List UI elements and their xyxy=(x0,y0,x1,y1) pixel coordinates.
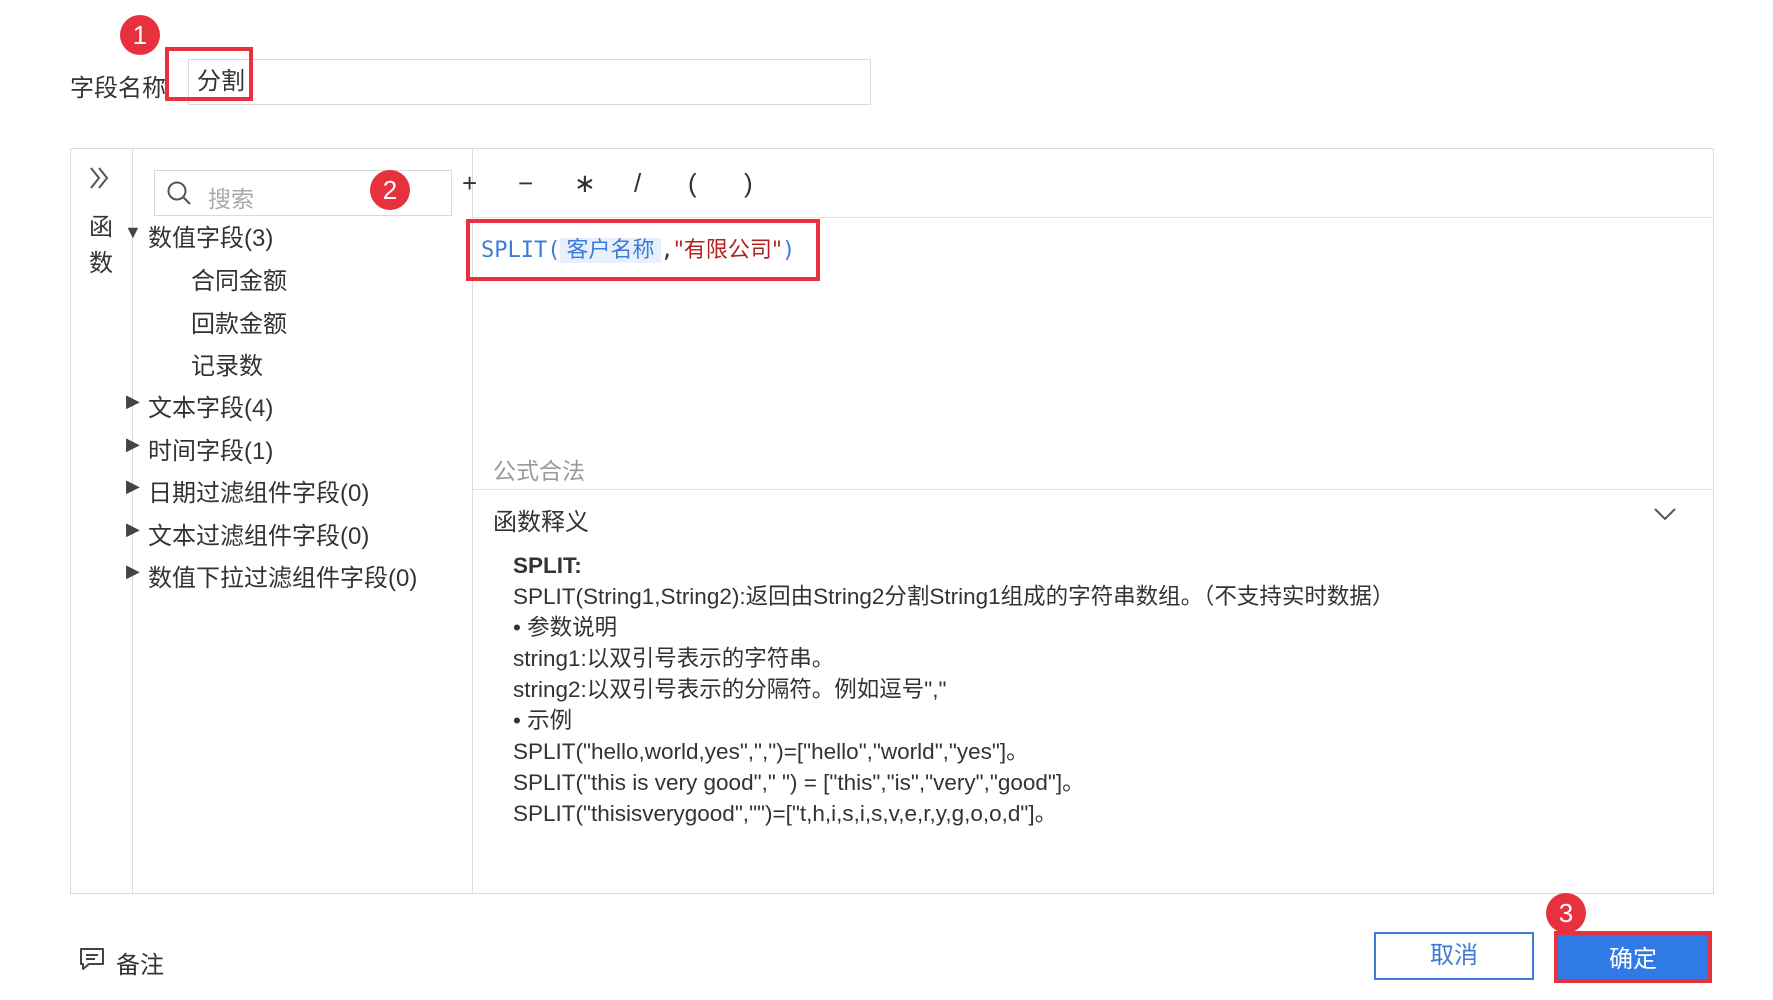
operator-close-paren-button[interactable]: ) xyxy=(744,168,753,199)
help-line: SPLIT("hello,world,yes",",")=["hello","w… xyxy=(513,739,1029,764)
help-function-name: SPLIT: xyxy=(513,553,582,578)
caret-right-icon[interactable]: ▶ xyxy=(126,519,140,540)
tree-group-text[interactable]: 文本字段(4) xyxy=(148,388,273,423)
chevron-down-icon[interactable] xyxy=(1652,505,1678,523)
tree-leaf-payment-amount[interactable]: 回款金额 xyxy=(191,304,287,339)
explanation-title[interactable]: 函数释义 xyxy=(493,502,589,537)
annotation-badge-2: 2 xyxy=(370,170,410,210)
field-name-input[interactable]: 分割 xyxy=(188,59,871,105)
highlight-box-1 xyxy=(165,47,253,101)
help-line: SPLIT(String1,String2):返回由String2分割Strin… xyxy=(513,584,1395,609)
operator-plus-button[interactable]: + xyxy=(462,168,477,199)
divider xyxy=(473,489,1714,490)
search-icon xyxy=(166,180,192,206)
caret-right-icon[interactable]: ▶ xyxy=(126,434,140,455)
function-tab[interactable]: 函 数 xyxy=(88,210,114,282)
tree-group-date-filter[interactable]: 日期过滤组件字段(0) xyxy=(148,473,369,508)
note-button[interactable]: 备注 xyxy=(116,945,164,980)
caret-right-icon[interactable]: ▶ xyxy=(126,561,140,582)
comment-icon[interactable] xyxy=(78,946,106,972)
operator-open-paren-button[interactable]: ( xyxy=(688,168,697,199)
caret-right-icon[interactable]: ▶ xyxy=(126,391,140,412)
help-line: • 示例 xyxy=(513,708,573,733)
formula-status: 公式合法 xyxy=(493,458,585,484)
help-line: SPLIT("thisisverygood","")=["t,h,i,s,i,s… xyxy=(513,801,1058,826)
operator-divide-button[interactable]: / xyxy=(634,168,641,199)
help-line: • 参数说明 xyxy=(513,615,618,640)
tree-group-text-filter[interactable]: 文本过滤组件字段(0) xyxy=(148,516,369,551)
help-line: string1:以双引号表示的字符串。 xyxy=(513,646,835,671)
caret-right-icon[interactable]: ▶ xyxy=(126,476,140,497)
field-name-label: 字段名称 xyxy=(70,75,166,102)
help-line: string2:以双引号表示的分隔符。例如逗号"," xyxy=(513,677,947,702)
function-tab-label-1: 函 xyxy=(89,214,113,241)
operator-minus-button[interactable]: − xyxy=(518,168,533,199)
tree-group-time[interactable]: 时间字段(1) xyxy=(148,431,273,466)
confirm-button[interactable]: 确定 xyxy=(1554,931,1712,983)
double-chevron-right-icon[interactable] xyxy=(88,165,110,197)
help-line: SPLIT("this is very good"," ") = ["this"… xyxy=(513,770,1085,795)
function-tab-label-2: 数 xyxy=(89,250,113,277)
caret-down-icon[interactable]: ▼ xyxy=(124,222,142,243)
highlight-box-2 xyxy=(466,219,820,281)
cancel-button[interactable]: 取消 xyxy=(1374,932,1534,980)
operator-multiply-button[interactable]: ∗ xyxy=(574,168,596,199)
operator-toolbar xyxy=(473,148,1714,218)
annotation-badge-1: 1 xyxy=(120,15,160,55)
tree-group-numeric[interactable]: 数值字段(3) xyxy=(148,218,273,253)
tree-leaf-contract-amount[interactable]: 合同金额 xyxy=(191,261,287,296)
function-help-text: SPLIT: SPLIT(String1,String2):返回由String2分… xyxy=(513,550,1394,829)
annotation-badge-3: 3 xyxy=(1546,893,1586,933)
tree-group-numeric-dropdown-filter[interactable]: 数值下拉过滤组件字段(0) xyxy=(148,558,417,593)
tree-leaf-record-count[interactable]: 记录数 xyxy=(191,346,263,381)
search-placeholder: 搜索 xyxy=(208,186,254,212)
